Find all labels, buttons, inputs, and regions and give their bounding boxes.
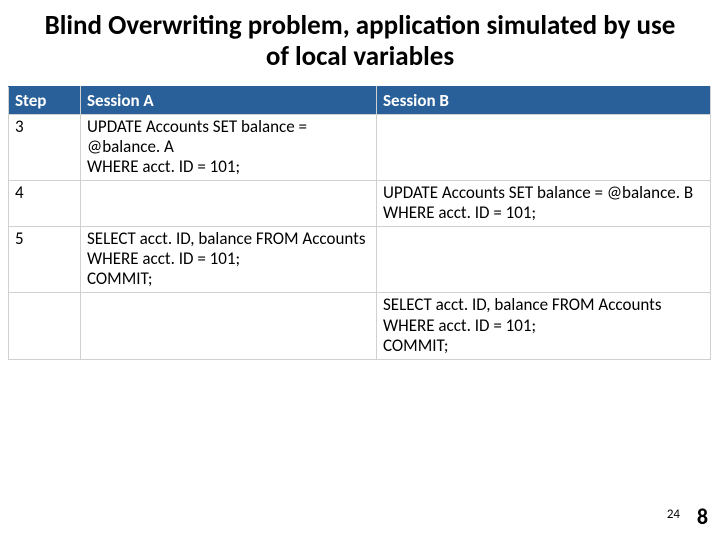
table-row: SELECT acct. ID, balance FROM Accounts W… (9, 293, 711, 359)
cell-session-b: SELECT acct. ID, balance FROM Accounts W… (377, 293, 711, 359)
header-session-b: Session B (377, 87, 711, 115)
page-number-small: 24 (667, 507, 680, 522)
cell-session-a (81, 293, 377, 359)
table-header-row: Step Session A Session B (9, 87, 711, 115)
table-row: 3 UPDATE Accounts SET balance = @balance… (9, 115, 711, 181)
cell-session-a: SELECT acct. ID, balance FROM Accounts W… (81, 227, 377, 293)
sql-steps-table: Step Session A Session B 3 UPDATE Accoun… (8, 86, 711, 360)
cell-session-b (377, 227, 711, 293)
slide-title: Blind Overwriting problem, application s… (0, 0, 720, 86)
cell-step: 5 (9, 227, 81, 293)
header-session-a: Session A (81, 87, 377, 115)
table-row: 4 UPDATE Accounts SET balance = @balance… (9, 181, 711, 227)
header-step: Step (9, 87, 81, 115)
table-row: 5 SELECT acct. ID, balance FROM Accounts… (9, 227, 711, 293)
cell-session-b: UPDATE Accounts SET balance = @balance. … (377, 181, 711, 227)
cell-step: 3 (9, 115, 81, 181)
cell-session-b (377, 115, 711, 181)
page-number-big: 8 (697, 503, 708, 530)
cell-step: 4 (9, 181, 81, 227)
cell-session-a: UPDATE Accounts SET balance = @balance. … (81, 115, 377, 181)
cell-session-a (81, 181, 377, 227)
cell-step (9, 293, 81, 359)
